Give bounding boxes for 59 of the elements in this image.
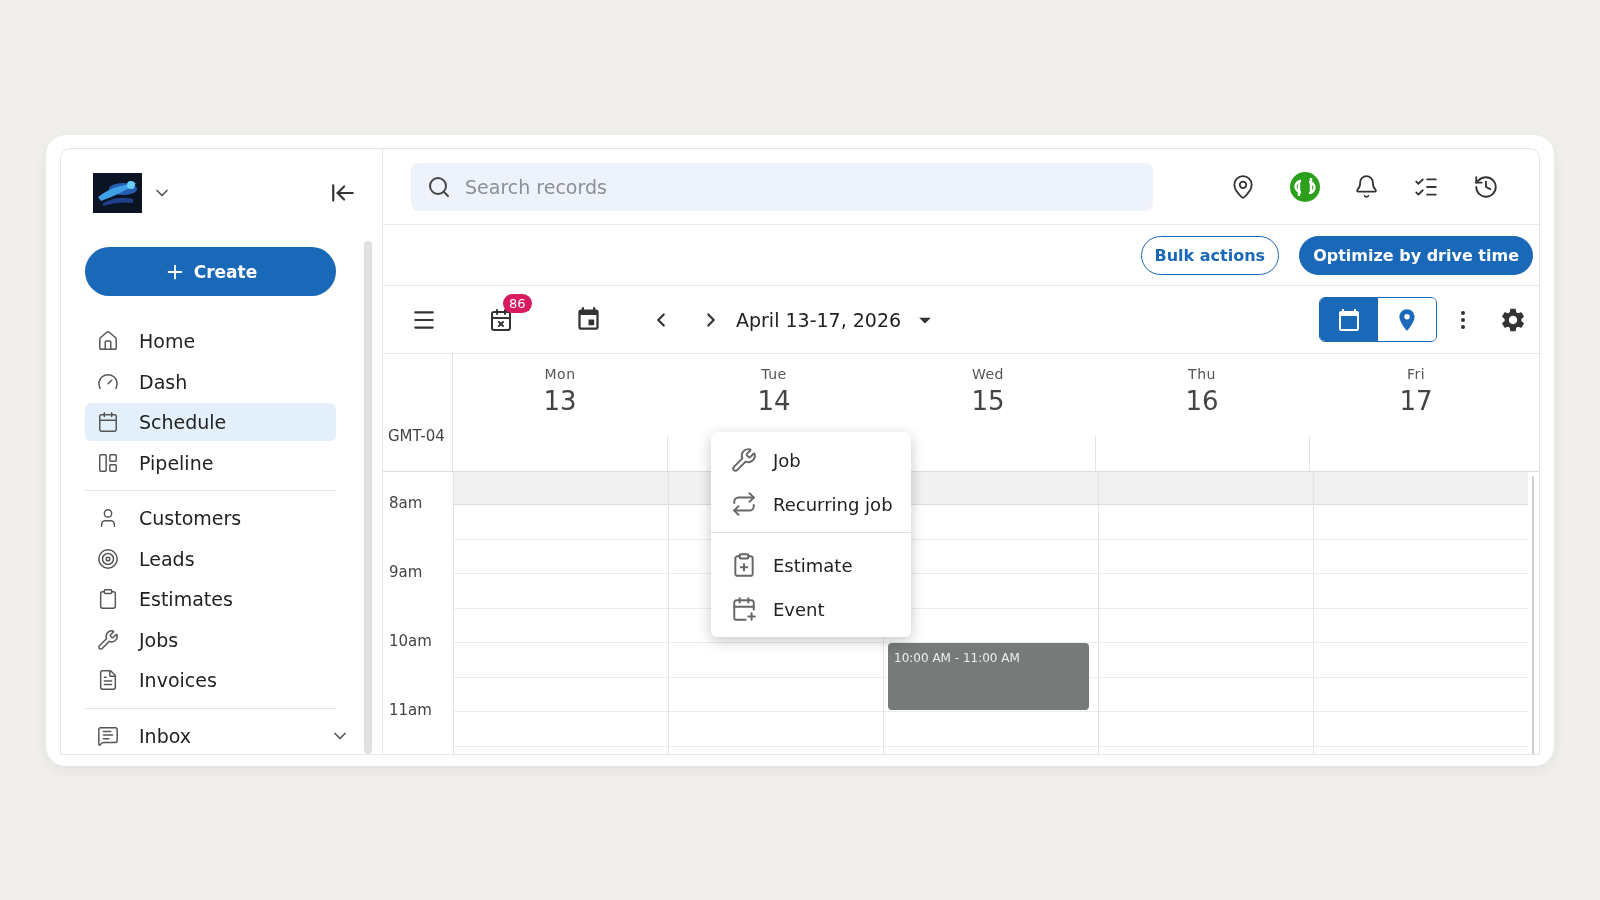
- menu-item[interactable]: Event: [711, 587, 911, 631]
- date-number[interactable]: 16: [1185, 386, 1219, 416]
- weekday-label: Mon: [544, 366, 576, 382]
- nav-item[interactable]: Inbox: [85, 716, 364, 754]
- scrollbar[interactable]: [1532, 476, 1534, 754]
- wrench-icon: [97, 628, 119, 651]
- hour-label: 8am: [389, 494, 423, 512]
- date-number[interactable]: 17: [1399, 386, 1433, 416]
- calendar-icon: [97, 411, 119, 433]
- nav-item[interactable]: Home: [85, 322, 336, 360]
- calendar-view-button[interactable]: [1320, 298, 1378, 341]
- calendar-x-icon[interactable]: [489, 307, 513, 332]
- hour-label: 11am: [389, 701, 432, 719]
- nav-item[interactable]: Invoices: [85, 661, 336, 699]
- create-button[interactable]: Create: [85, 247, 336, 296]
- menu-item[interactable]: Recurring job: [711, 482, 911, 526]
- date-number[interactable]: 14: [757, 386, 791, 416]
- nav-item[interactable]: Jobs: [85, 620, 336, 659]
- weekday-label: Wed: [972, 366, 1004, 382]
- date-number[interactable]: 15: [971, 386, 1005, 416]
- calendar-icon[interactable]: [575, 306, 602, 333]
- wrench-plus-icon: [731, 447, 757, 473]
- repeat-icon: [731, 491, 757, 517]
- bulk-actions-button[interactable]: Bulk actions: [1140, 235, 1280, 275]
- event-block[interactable]: 10:00 AM - 11:00 AM: [888, 643, 1089, 710]
- message-icon: [97, 724, 119, 747]
- nav-item[interactable]: Schedule: [85, 403, 336, 441]
- search-field[interactable]: Search records: [411, 162, 1153, 211]
- weekday-label: Thu: [1188, 366, 1216, 382]
- calendar-plus-icon: [731, 596, 757, 622]
- date-range[interactable]: April 13-17, 2026: [736, 308, 902, 331]
- search-input[interactable]: Search records: [463, 174, 1137, 199]
- nav-item[interactable]: Estimates: [85, 580, 336, 618]
- weekday-label: Tue: [761, 366, 787, 382]
- target-icon: [97, 547, 119, 570]
- bell-icon[interactable]: [1354, 174, 1379, 199]
- optimize-button[interactable]: Optimize by drive time: [1299, 235, 1533, 275]
- menu-item[interactable]: Estimate: [711, 543, 911, 587]
- hour-label: 9am: [389, 563, 423, 581]
- map-pin-icon[interactable]: [1230, 173, 1256, 200]
- history-icon[interactable]: [1473, 173, 1499, 200]
- document-icon: [97, 669, 119, 691]
- clipboard-plus-icon: [731, 552, 757, 578]
- nav-item[interactable]: Dash: [85, 362, 336, 401]
- menu-item[interactable]: Job: [711, 438, 911, 482]
- nav-item[interactable]: Pipeline: [85, 443, 336, 482]
- scrollbar[interactable]: [364, 241, 372, 754]
- nav-item[interactable]: Leads: [85, 539, 336, 578]
- table-icon: [97, 451, 119, 474]
- search-icon: [427, 174, 451, 199]
- weekday-label: Fri: [1406, 366, 1426, 382]
- nav-item[interactable]: Customers: [85, 499, 336, 537]
- date-number[interactable]: 13: [543, 386, 577, 416]
- count-badge: 86: [503, 293, 532, 313]
- clipboard-icon: [97, 588, 119, 610]
- calendar-icon: [1337, 307, 1361, 332]
- hour-label: 10am: [389, 632, 432, 650]
- house-icon: [97, 330, 119, 352]
- timezone-label: GMT-04: [388, 427, 445, 445]
